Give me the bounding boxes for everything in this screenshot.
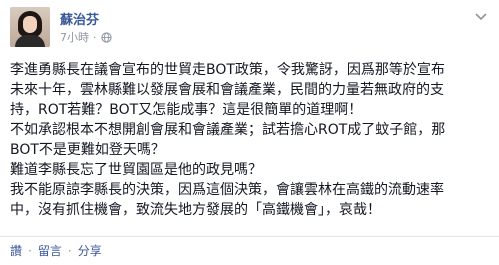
post-text-line: 中，沒有抓住機會，致流失地方發展的「高鐵機會」，哀哉！ <box>10 202 381 218</box>
globe-icon[interactable] <box>100 31 112 43</box>
post-meta: 7小時 · <box>60 29 112 45</box>
share-link[interactable]: 分享 <box>78 242 102 259</box>
post-text-line: 持，ROT若難？BOT又怎能成事？這是很簡單的道理啊！ <box>10 102 363 118</box>
post-text-line: 我不能原諒李縣長的決策，因爲這個決策，會讓雲林在高鐵的流動速率 <box>10 182 444 198</box>
post-text-line: 不如承認根本不想開創會展和會議產業；試若擔心ROT成了蚊子館，那 <box>10 122 446 138</box>
action-separator: · <box>28 243 32 258</box>
post-text-line: 李進勇縣長在議會宣布的世貿走BOT政策，令我驚訝，因爲那等於宣布 <box>10 62 445 78</box>
facebook-post: 蘇治芬 7小時 · 李進勇縣長在議會宣布的世貿走BOT政策，令我驚訝，因爲那等於… <box>0 0 499 265</box>
post-text-line: 難道李縣長忘了世貿園區是他的政見嗎？ <box>10 162 262 178</box>
footer-divider <box>0 236 499 237</box>
avatar[interactable] <box>10 7 50 47</box>
post-text-line: 未來十年，雲林縣難以發展會展和會議產業，民間的力量若無政府的支 <box>10 82 444 98</box>
chevron-down-icon[interactable] <box>474 10 488 24</box>
post-text-line: BOT不是更難如登天嗎？ <box>10 142 165 158</box>
meta-separator: · <box>93 30 97 44</box>
like-link[interactable]: 讚 <box>10 242 22 259</box>
author-name[interactable]: 蘇治芬 <box>60 9 99 28</box>
post-content: 李進勇縣長在議會宣布的世貿走BOT政策，令我驚訝，因爲那等於宣布 未來十年，雲林… <box>10 60 490 220</box>
post-actions: 讚 · 留言 · 分享 <box>10 242 102 259</box>
action-separator: · <box>67 243 72 258</box>
comment-link[interactable]: 留言 <box>38 242 62 259</box>
post-timestamp[interactable]: 7小時 <box>60 29 89 45</box>
